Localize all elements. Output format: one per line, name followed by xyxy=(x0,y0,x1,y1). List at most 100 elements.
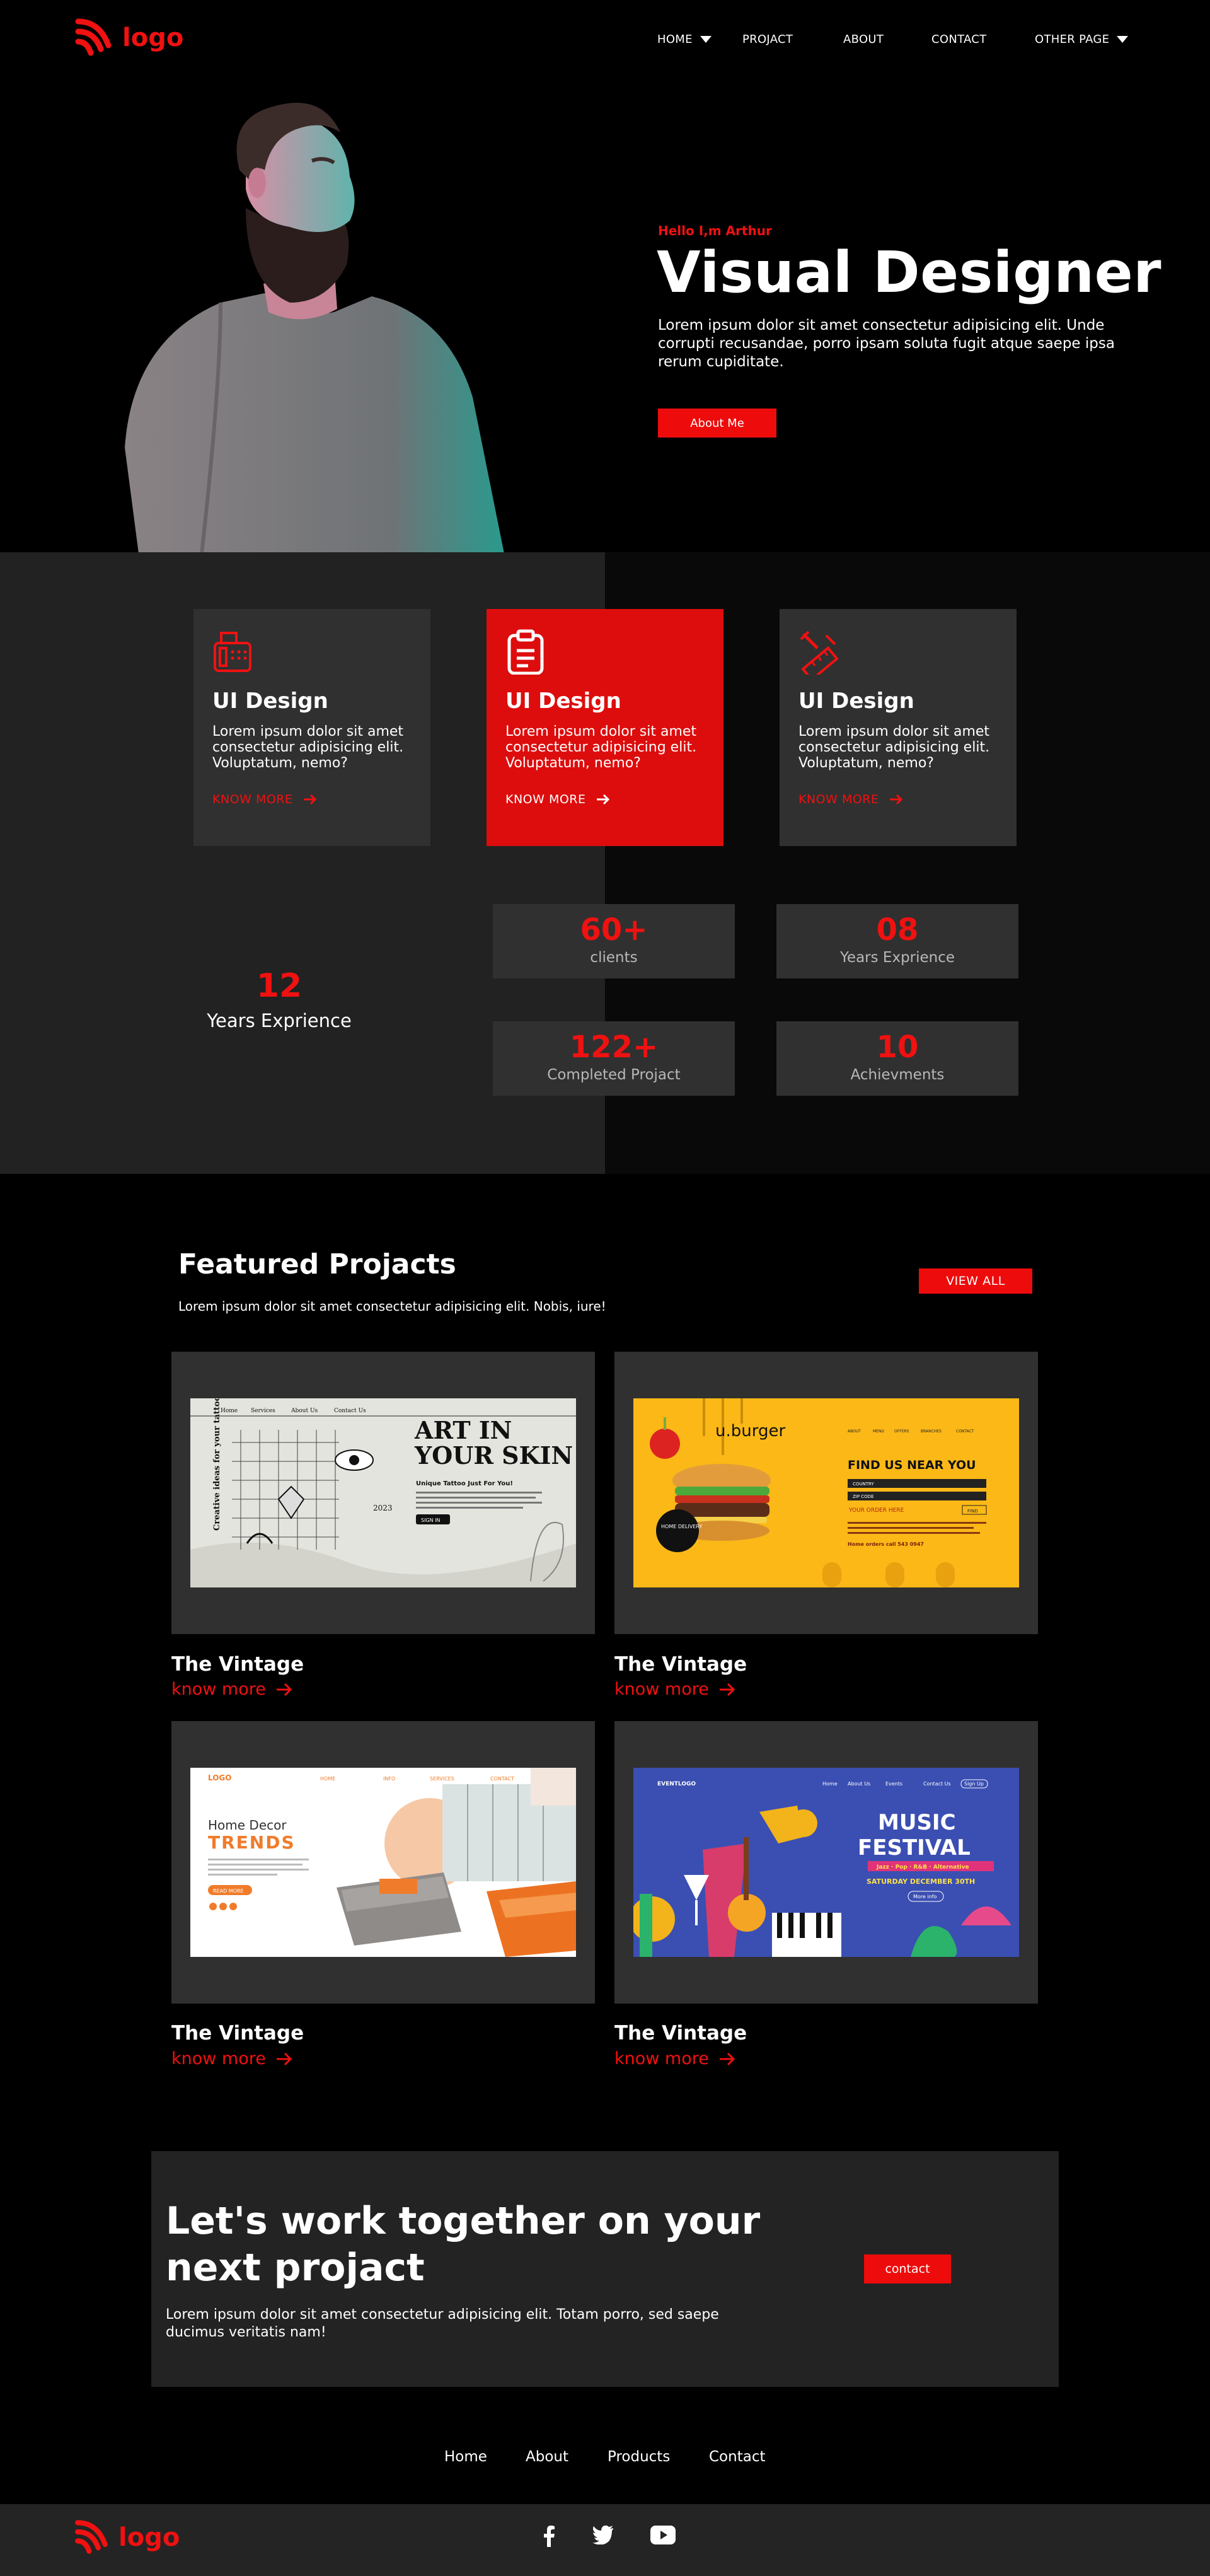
project-know-more[interactable]: know more xyxy=(614,1680,735,1699)
burger-site-mockup: u.burger HOME DELIVERY ABOUT MENU OFFERS… xyxy=(633,1398,1019,1587)
project-know-more[interactable]: know more xyxy=(171,1680,292,1699)
logo-text: logo xyxy=(122,23,184,52)
nav-projact[interactable]: PROJACT xyxy=(742,33,793,46)
footer-link-contact[interactable]: Contact xyxy=(709,2449,765,2465)
mock-nav-item: CONTACT xyxy=(490,1776,514,1782)
fax-icon xyxy=(214,632,251,672)
mock-nav-item: OFFERS xyxy=(894,1429,909,1434)
footer-logo[interactable]: logo xyxy=(73,2519,180,2556)
stat-value: 08 xyxy=(876,912,919,948)
footer-link-home[interactable]: Home xyxy=(444,2449,487,2465)
featured-subtitle: Lorem ipsum dolor sit amet consectetur a… xyxy=(178,1299,606,1314)
know-more-link[interactable]: KNOW MORE xyxy=(212,792,412,806)
mock-headline: FESTIVAL xyxy=(858,1835,971,1860)
project-screenshot: LOGO HOME INFO SERVICES CONTACT Home Dec… xyxy=(190,1768,576,1957)
mock-button: READ MORE xyxy=(213,1888,244,1894)
service-card[interactable]: UI Design Lorem ipsum dolor sit amet con… xyxy=(780,609,1017,846)
cta-section: Let's work together on your next projact… xyxy=(151,2151,1059,2387)
experience-value: 12 xyxy=(256,967,302,1005)
nav-contact[interactable]: CONTACT xyxy=(931,33,986,46)
project-card[interactable]: u.burger HOME DELIVERY ABOUT MENU OFFERS… xyxy=(614,1352,1038,1634)
project-title: The Vintage xyxy=(171,2022,304,2045)
arrow-right-icon xyxy=(303,794,316,805)
service-title: UI Design xyxy=(798,688,914,714)
service-card-active[interactable]: UI Design Lorem ipsum dolor sit amet con… xyxy=(487,609,723,846)
footer-link-products[interactable]: Products xyxy=(608,2449,670,2465)
mock-button: More info xyxy=(913,1894,936,1900)
mock-headline: MUSIC xyxy=(878,1810,956,1835)
service-title: UI Design xyxy=(212,688,328,714)
stat-clients: 60+ clients xyxy=(493,904,735,978)
mock-side-text: Creative ideas for your tattoo xyxy=(212,1398,222,1531)
arrow-right-icon xyxy=(889,794,902,805)
stat-value: 122+ xyxy=(569,1030,659,1065)
view-all-button[interactable]: VIEW ALL xyxy=(919,1268,1032,1294)
contact-button[interactable]: contact xyxy=(864,2254,951,2283)
service-description: Lorem ipsum dolor sit amet consectetur a… xyxy=(505,724,697,771)
nav-other-page[interactable]: OTHER PAGE xyxy=(1035,33,1129,46)
about-me-button[interactable]: About Me xyxy=(658,409,776,438)
mock-brand: EVENTLOGO xyxy=(657,1781,696,1787)
experience-label: Years Exprience xyxy=(207,1010,352,1031)
ruler-pencil-icon xyxy=(800,630,839,682)
mock-genres: Jazz · Pop · R&B · Alternative xyxy=(876,1864,969,1871)
mock-field: COUNTRY xyxy=(853,1482,874,1487)
site-logo[interactable]: logo xyxy=(73,18,183,58)
arrow-right-icon xyxy=(276,1683,292,1696)
project-card[interactable]: Home Services About Us Contact Us Creati… xyxy=(171,1352,595,1634)
stat-completed: 122+ Completed Projact xyxy=(493,1021,735,1096)
arrow-right-icon xyxy=(596,794,609,805)
mock-find: FIND xyxy=(967,1509,978,1514)
project-title: The Vintage xyxy=(614,2022,747,2045)
project-know-more[interactable]: know more xyxy=(614,2049,735,2068)
mock-nav-item: Home xyxy=(822,1781,838,1787)
youtube-icon[interactable] xyxy=(650,2526,676,2544)
mock-nav-item: Events xyxy=(885,1781,902,1787)
know-more-label: KNOW MORE xyxy=(505,792,586,806)
project-card[interactable]: EVENTLOGO Home About Us Events Contact U… xyxy=(614,1721,1038,2004)
know-more-label: KNOW MORE xyxy=(798,792,879,806)
project-link-label: know more xyxy=(171,2049,266,2068)
project-screenshot: EVENTLOGO Home About Us Events Contact U… xyxy=(633,1768,1019,1957)
mock-badge: HOME DELIVERY xyxy=(661,1524,702,1529)
mock-nav-item: BRANCHES xyxy=(921,1429,942,1434)
chevron-down-icon xyxy=(1117,36,1129,43)
mock-nav-item: Services xyxy=(251,1408,275,1414)
facebook-icon[interactable] xyxy=(542,2526,556,2547)
mock-brand: u.burger xyxy=(715,1422,785,1441)
mock-badge: 2023 xyxy=(373,1504,393,1512)
project-know-more[interactable]: know more xyxy=(171,2049,292,2068)
service-card[interactable]: UI Design Lorem ipsum dolor sit amet con… xyxy=(193,609,430,846)
project-card[interactable]: LOGO HOME INFO SERVICES CONTACT Home Dec… xyxy=(171,1721,595,2004)
mock-nav-item: About Us xyxy=(848,1781,870,1787)
know-more-link[interactable]: KNOW MORE xyxy=(505,792,705,806)
nav-home[interactable]: HOME xyxy=(657,33,712,46)
stat-label: Years Exprience xyxy=(839,949,955,966)
stat-value: 60+ xyxy=(580,912,648,948)
hero-title: Visual Designer xyxy=(657,240,1162,306)
decor-site-mockup: LOGO HOME INFO SERVICES CONTACT Home Dec… xyxy=(190,1768,576,1957)
stat-label: Achievments xyxy=(850,1067,945,1083)
featured-title: Featured Projacts xyxy=(178,1248,456,1280)
project-title: The Vintage xyxy=(614,1653,747,1676)
mock-nav-item: SERVICES xyxy=(430,1776,454,1782)
top-nav: logo HOME PROJACT ABOUT CONTACT OTHER PA… xyxy=(0,0,1210,77)
twitter-icon[interactable] xyxy=(592,2526,614,2544)
chevron-down-icon xyxy=(700,36,712,43)
mock-nav-item: MENU xyxy=(873,1429,884,1434)
mock-headline: YOUR SKIN xyxy=(414,1441,573,1470)
nav-about[interactable]: ABOUT xyxy=(843,33,884,46)
nav-projact-label: PROJACT xyxy=(742,33,793,46)
festival-site-mockup: EVENTLOGO Home About Us Events Contact U… xyxy=(633,1768,1019,1957)
mock-nav-item: About Us xyxy=(291,1408,318,1414)
cta-description: Lorem ipsum dolor sit amet consectetur a… xyxy=(166,2307,719,2340)
mock-nav-item: Home xyxy=(221,1408,238,1414)
mock-headline: Home Decor xyxy=(208,1818,287,1833)
stat-label: clients xyxy=(590,949,638,966)
service-description: Lorem ipsum dolor sit amet consectetur a… xyxy=(798,724,990,771)
logo-mark-icon xyxy=(75,18,112,56)
hero-eyebrow: Hello I,m Arthur xyxy=(658,223,772,238)
know-more-label: KNOW MORE xyxy=(212,792,293,806)
footer-link-about[interactable]: About xyxy=(526,2449,568,2465)
know-more-link[interactable]: KNOW MORE xyxy=(798,792,998,806)
